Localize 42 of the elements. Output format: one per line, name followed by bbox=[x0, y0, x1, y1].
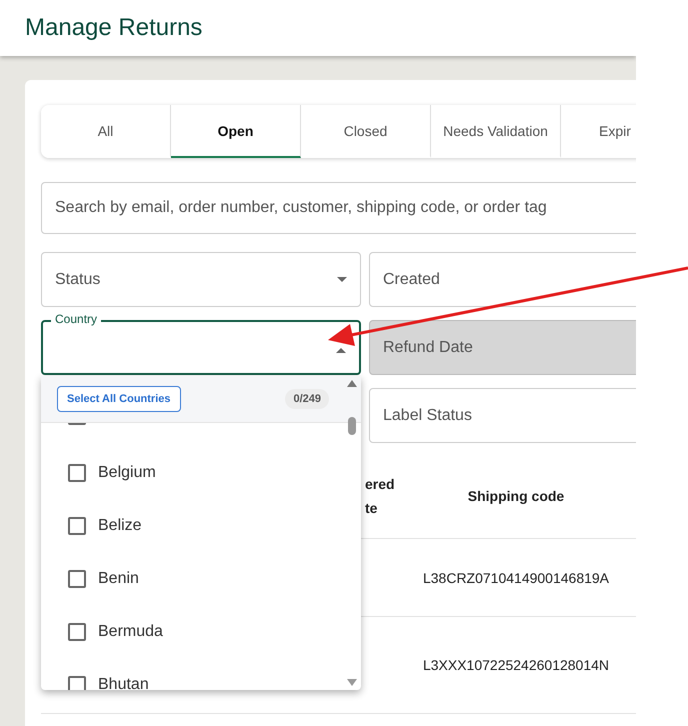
checkbox[interactable] bbox=[68, 676, 86, 690]
country-option[interactable]: Bhutan bbox=[68, 658, 361, 690]
field-label: Refund Date bbox=[383, 338, 473, 356]
country-option[interactable]: Benin bbox=[68, 552, 361, 605]
option-label: Bhutan bbox=[98, 676, 149, 690]
scroll-down-icon[interactable] bbox=[347, 679, 357, 686]
table-cell: L38CRZ0710414900146819A bbox=[422, 570, 610, 586]
tab[interactable]: Expir bbox=[561, 105, 636, 158]
checkbox[interactable] bbox=[68, 570, 86, 588]
count-badge: 0/249 bbox=[285, 389, 329, 409]
filter-field[interactable]: Label Status bbox=[369, 388, 636, 443]
scroll-up-icon[interactable] bbox=[347, 380, 357, 387]
country-option[interactable]: Belgium bbox=[68, 446, 361, 499]
column-heading: ered bbox=[365, 474, 396, 494]
field-label: Status bbox=[55, 270, 100, 288]
page-title: Manage Returns bbox=[25, 14, 202, 42]
column-heading: te bbox=[365, 498, 378, 518]
scrollbar-thumb[interactable] bbox=[348, 417, 356, 435]
column-heading: Shipping code bbox=[468, 486, 564, 506]
option-label: Bermuda bbox=[98, 622, 163, 640]
table-cell: L3XXX10722524260128014N bbox=[422, 657, 610, 673]
select-all-button[interactable]: Select All Countries bbox=[57, 386, 181, 412]
filter-field[interactable]: Created bbox=[369, 252, 636, 307]
option-label: Belgium bbox=[98, 464, 156, 482]
field-label: Country bbox=[51, 312, 102, 326]
tab[interactable]: Closed bbox=[301, 105, 431, 158]
checkbox[interactable] bbox=[68, 464, 86, 482]
caret-down-icon bbox=[337, 277, 347, 282]
tab[interactable]: Open bbox=[171, 105, 301, 158]
checkbox[interactable] bbox=[68, 622, 86, 640]
country-option[interactable]: Bermuda bbox=[68, 605, 361, 658]
tab[interactable]: All bbox=[41, 105, 171, 158]
caret-up-icon bbox=[336, 348, 346, 353]
checkbox[interactable] bbox=[68, 516, 86, 534]
filter-field[interactable]: Status bbox=[41, 252, 361, 307]
search-field[interactable]: Search by email, order number, customer, shipping code, or order tag bbox=[41, 182, 636, 234]
option-label: Belize bbox=[98, 516, 142, 534]
field-label: Created bbox=[383, 270, 440, 288]
field-label: Label Status bbox=[383, 406, 472, 424]
country-option[interactable]: Belize bbox=[68, 499, 361, 552]
tab[interactable]: Needs Validation bbox=[431, 105, 561, 158]
option-label: Benin bbox=[98, 570, 139, 588]
